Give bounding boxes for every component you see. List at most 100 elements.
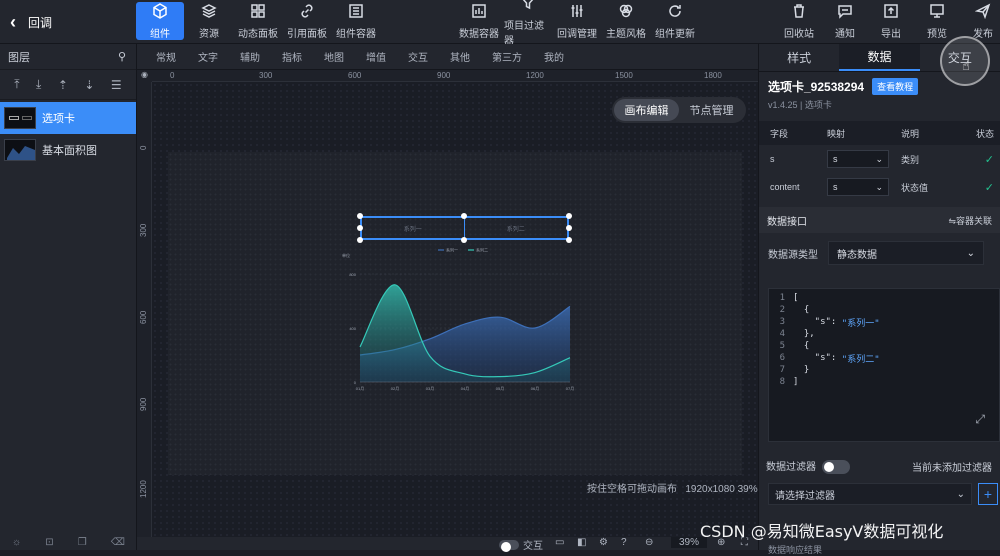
data-api-section: 数据接口 ⇋容器关联 xyxy=(759,207,1000,233)
category-tab[interactable]: 第三方 xyxy=(481,49,533,64)
back-button[interactable]: ‹ 回调 xyxy=(10,12,80,32)
tab-data[interactable]: 数据 xyxy=(839,44,920,71)
toolbar-link-button[interactable]: 引用面板 xyxy=(283,2,331,40)
line-number: 8 xyxy=(779,377,785,387)
toolbar-container-button[interactable]: 组件容器 xyxy=(332,2,380,40)
source-type-select[interactable]: 静态数据 ⌄ xyxy=(828,241,984,265)
mapping-select[interactable]: s ⌄ xyxy=(827,150,889,168)
zoom-out-icon[interactable]: ⊖ xyxy=(645,537,653,548)
resize-handle[interactable] xyxy=(566,237,572,243)
tab-style[interactable]: 样式 xyxy=(759,44,839,71)
resize-handle[interactable] xyxy=(566,213,572,219)
layers-footer: ☼ ⊡ ❐ ⌫ xyxy=(0,534,137,550)
category-tab[interactable]: 常规 xyxy=(145,49,187,64)
widget-tab-1[interactable]: 系列一 xyxy=(362,218,465,238)
toolbar-theme-button[interactable]: 主题风格 xyxy=(602,2,650,40)
area-chart[interactable]: 0 400 800 单位 01月 02月 03月 04月 05月 06月 07月 系列一 系列二 xyxy=(338,244,574,396)
layers-icon xyxy=(201,3,217,22)
category-tab[interactable]: 交互 xyxy=(397,49,439,64)
resize-handle[interactable] xyxy=(461,213,467,219)
search-icon[interactable]: ⚲ xyxy=(118,50,126,63)
toolbar-monitor-button[interactable]: 预览 xyxy=(913,2,961,40)
move-top-icon[interactable]: ⤒ xyxy=(14,77,19,92)
category-tab[interactable]: 文字 xyxy=(187,49,229,64)
canvas-mode-switch: 画布编辑 节点管理 xyxy=(612,97,746,123)
code-text: { xyxy=(793,341,810,351)
move-up-icon[interactable]: ⇡ xyxy=(58,78,68,92)
message-icon xyxy=(837,3,853,22)
resize-handle[interactable] xyxy=(357,213,363,219)
layer-item[interactable]: 选项卡 xyxy=(0,102,136,134)
category-tab[interactable]: 辅助 xyxy=(229,49,271,64)
toolbar-grid-button[interactable]: 动态面板 xyxy=(234,2,282,40)
tab-canvas-edit[interactable]: 画布编辑 xyxy=(614,99,679,121)
json-code-editor[interactable]: 1[2 {3 "s": "系列一" 4 }, 5 {6 "s": "系列二" 7 } 8… xyxy=(768,288,1000,442)
x-tick-label: 05月 xyxy=(496,386,504,391)
drag-hint: 按住空格可拖动画布 xyxy=(587,484,677,495)
delete-icon[interactable]: ⌫ xyxy=(111,537,125,548)
layer-label: 基本面积图 xyxy=(42,145,97,157)
ruler-eye-icon[interactable]: ◉ xyxy=(137,70,152,82)
code-text: { xyxy=(793,305,810,315)
settings-icon[interactable]: ⚙ xyxy=(599,537,608,548)
panel-icon[interactable]: ◧ xyxy=(577,537,586,548)
toolbar-bar-chart-button[interactable]: 数据容器 xyxy=(455,2,503,40)
toolbar-trash-button[interactable]: 回收站 xyxy=(775,2,823,40)
data-api-title: 数据接口 xyxy=(767,216,807,228)
category-tab[interactable]: 增值 xyxy=(355,49,397,64)
x-tick-label: 06月 xyxy=(531,386,539,391)
filter-toggle[interactable] xyxy=(822,460,850,475)
menu-icon[interactable]: ☰ xyxy=(111,78,122,92)
export-icon xyxy=(883,3,899,22)
resize-handle[interactable] xyxy=(461,237,467,243)
toolbar-message-button[interactable]: 通知 xyxy=(821,2,869,40)
ruler-tick-label: 600 xyxy=(348,71,362,80)
toolbar-refresh-button[interactable]: 组件更新 xyxy=(651,2,699,40)
field-name: s xyxy=(770,154,775,164)
field-row: content s ⌄ 状态值 ✓ xyxy=(759,173,1000,201)
ruler-tick-label: 300 xyxy=(259,71,273,80)
field-name: content xyxy=(770,182,800,192)
toolbar-send-button[interactable]: 发布 xyxy=(959,2,1000,40)
tutorial-button[interactable]: 查看教程 xyxy=(872,78,919,95)
interaction-toggle[interactable] xyxy=(499,539,519,552)
toolbar-button-label: 发布 xyxy=(973,28,993,40)
widget-tab-2[interactable]: 系列二 xyxy=(465,218,568,238)
copy-icon[interactable]: ❐ xyxy=(78,537,87,548)
toolbar-sliders-button[interactable]: 回调管理 xyxy=(553,2,601,40)
ruler-tick-label: 0 xyxy=(170,71,175,80)
bulb-icon[interactable]: ☼ xyxy=(12,537,21,548)
mapping-select[interactable]: s ⌄ xyxy=(827,178,889,196)
expand-icon[interactable]: ⤢ xyxy=(975,412,985,427)
tab-node-manage[interactable]: 节点管理 xyxy=(679,99,744,121)
y-tick-label: 400 xyxy=(349,326,356,331)
filter-select[interactable]: 请选择过滤器 ⌄ xyxy=(768,483,972,505)
add-filter-button[interactable]: + xyxy=(978,483,998,505)
screen-icon[interactable]: ▭ xyxy=(555,537,564,548)
vertical-ruler: 0 300 600 900 1200 xyxy=(137,82,152,537)
category-tab[interactable]: 指标 xyxy=(271,49,313,64)
ruler-tick-label: 1500 xyxy=(615,71,633,80)
container-link[interactable]: ⇋容器关联 xyxy=(948,214,992,227)
layer-item[interactable]: 基本面积图 xyxy=(0,134,136,166)
help-icon[interactable]: ? xyxy=(621,537,627,548)
code-line: 7 } xyxy=(769,364,999,376)
code-line: 3 "s": "系列一" xyxy=(769,316,999,329)
resize-handle[interactable] xyxy=(566,225,572,231)
toolbar-export-button[interactable]: 导出 xyxy=(867,2,915,40)
field-desc: 类别 xyxy=(901,154,920,165)
resize-handle[interactable] xyxy=(357,225,363,231)
category-tab[interactable]: 其他 xyxy=(439,49,481,64)
move-down-icon[interactable]: ⇣ xyxy=(84,78,94,92)
move-bottom-icon[interactable]: ⤓ xyxy=(36,77,41,92)
category-tab[interactable]: 我的 xyxy=(533,49,575,64)
code-line: 5 { xyxy=(769,340,999,352)
field-row: s s ⌄ 类别 ✓ xyxy=(759,145,1000,173)
toolbar-filter-button[interactable]: 项目过滤器 xyxy=(504,0,552,47)
category-tab[interactable]: 地图 xyxy=(313,49,355,64)
lock-icon[interactable]: ⊡ xyxy=(45,537,53,548)
resize-handle[interactable] xyxy=(357,237,363,243)
theme-icon xyxy=(618,3,634,22)
toolbar-layers-button[interactable]: 资源 xyxy=(185,2,233,40)
toolbar-cube-button[interactable]: 组件 xyxy=(136,2,184,40)
